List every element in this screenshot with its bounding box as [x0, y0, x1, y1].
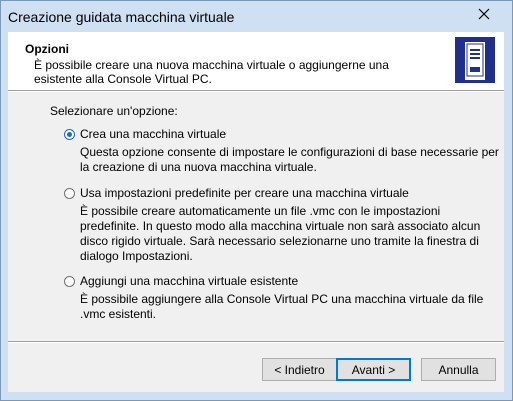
- page-title: Opzioni: [25, 42, 69, 56]
- wizard-client-area: Opzioni È possibile creare una nuova mac…: [8, 32, 504, 392]
- option-description: Questa opzione consente di impostare le …: [80, 145, 499, 174]
- header-divider: [8, 91, 504, 92]
- radio-default-settings[interactable]: [64, 188, 75, 199]
- close-button[interactable]: [462, 3, 505, 25]
- option-label[interactable]: Aggiungi una macchina virtuale esistente: [80, 274, 298, 288]
- option-prompt: Selezionare un'opzione:: [50, 104, 178, 118]
- close-icon: [478, 8, 489, 20]
- radio-create-vm[interactable]: [64, 129, 75, 140]
- option-description: È possibile creare automaticamente un fi…: [80, 204, 481, 263]
- option-description: È possibile aggiungere alla Console Virt…: [80, 292, 484, 321]
- cancel-button[interactable]: Annulla: [421, 358, 496, 381]
- footer-divider: [8, 341, 504, 343]
- radio-add-existing[interactable]: [64, 276, 75, 287]
- wizard-header: Opzioni È possibile creare una nuova mac…: [8, 32, 504, 91]
- page-description: È possibile creare una nuova macchina vi…: [34, 58, 389, 86]
- back-button[interactable]: < Indietro: [262, 358, 337, 381]
- option-label[interactable]: Crea una macchina virtuale: [80, 127, 226, 141]
- option-label[interactable]: Usa impostazioni predefinite per creare …: [80, 186, 409, 200]
- wizard-window: Creazione guidata macchina virtuale Opzi…: [0, 0, 513, 401]
- window-title: Creazione guidata macchina virtuale: [8, 9, 235, 25]
- title-bar[interactable]: Creazione guidata macchina virtuale: [1, 1, 512, 32]
- next-button[interactable]: Avanti >: [336, 358, 411, 381]
- virtual-pc-server-icon: [455, 37, 495, 83]
